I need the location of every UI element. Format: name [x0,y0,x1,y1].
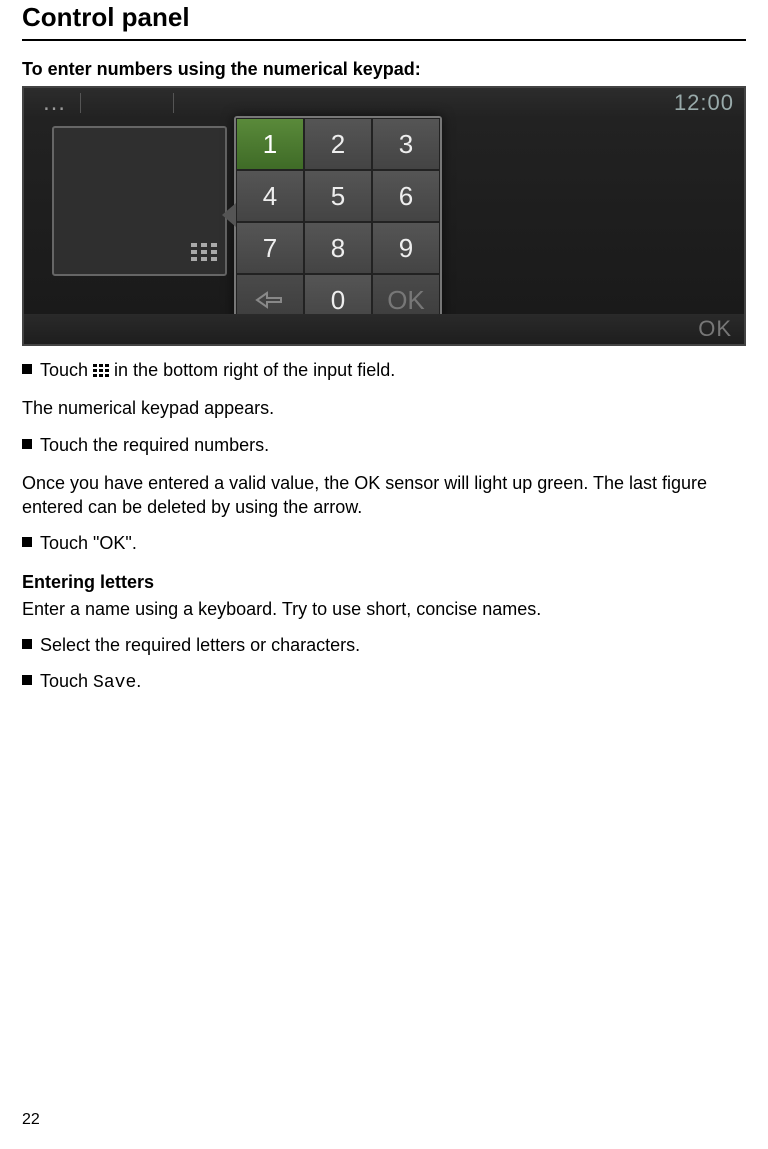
body-paragraph: Once you have entered a valid value, the… [0,457,768,520]
key-4[interactable]: 4 [236,170,304,222]
device-display: … 12:00 1 2 3 [22,86,746,346]
bullet-icon [22,639,32,649]
instruction-step: Select the required letters or character… [0,621,768,657]
bullet-icon [22,439,32,449]
key-9[interactable]: 9 [372,222,440,274]
instruction-text: Touch "OK". [40,531,137,555]
page-title: Control panel [0,0,768,39]
keypad-icon[interactable] [191,243,217,266]
numeric-input-field[interactable] [52,126,227,276]
key-1[interactable]: 1 [236,118,304,170]
instruction-step: Touch in the bottom right of the input f… [0,346,768,382]
key-6[interactable]: 6 [372,170,440,222]
bullet-icon [22,675,32,685]
instruction-step: Touch Save. [0,657,768,695]
bullet-icon [22,364,32,374]
popup-arrow-icon [222,203,236,227]
bottom-ok-label[interactable]: OK [698,316,732,342]
arrow-left-icon [255,290,285,310]
keypad-icon [93,364,109,378]
device-bottom-bar: OK [24,314,744,344]
numeric-keypad: 1 2 3 4 5 6 7 8 9 0 OK [234,116,442,328]
key-8[interactable]: 8 [304,222,372,274]
page-number: 22 [22,1111,40,1129]
device-mid-area: 1 2 3 4 5 6 7 8 9 0 OK [24,118,744,314]
instruction-text: Touch in the bottom right of the input f… [40,358,395,382]
divider [80,93,81,113]
divider [173,93,174,113]
bullet-icon [22,537,32,547]
body-paragraph: Enter a name using a keyboard. Try to us… [0,593,768,621]
key-5[interactable]: 5 [304,170,372,222]
section-subtitle: To enter numbers using the numerical key… [0,59,768,86]
clock-time: 12:00 [674,90,734,116]
instruction-text: Select the required letters or character… [40,633,360,657]
key-3[interactable]: 3 [372,118,440,170]
instruction-step: Touch "OK". [0,519,768,555]
key-7[interactable]: 7 [236,222,304,274]
instruction-step: Touch the required numbers. [0,421,768,457]
instruction-text: Touch the required numbers. [40,433,269,457]
device-top-bar: … 12:00 [24,88,744,118]
body-paragraph: The numerical keypad appears. [0,382,768,420]
key-2[interactable]: 2 [304,118,372,170]
instruction-text: Touch Save. [40,669,141,695]
save-label: Save [93,673,136,693]
ellipsis-icon: … [34,95,74,111]
title-rule [22,39,746,41]
section-heading: Entering letters [0,556,768,593]
